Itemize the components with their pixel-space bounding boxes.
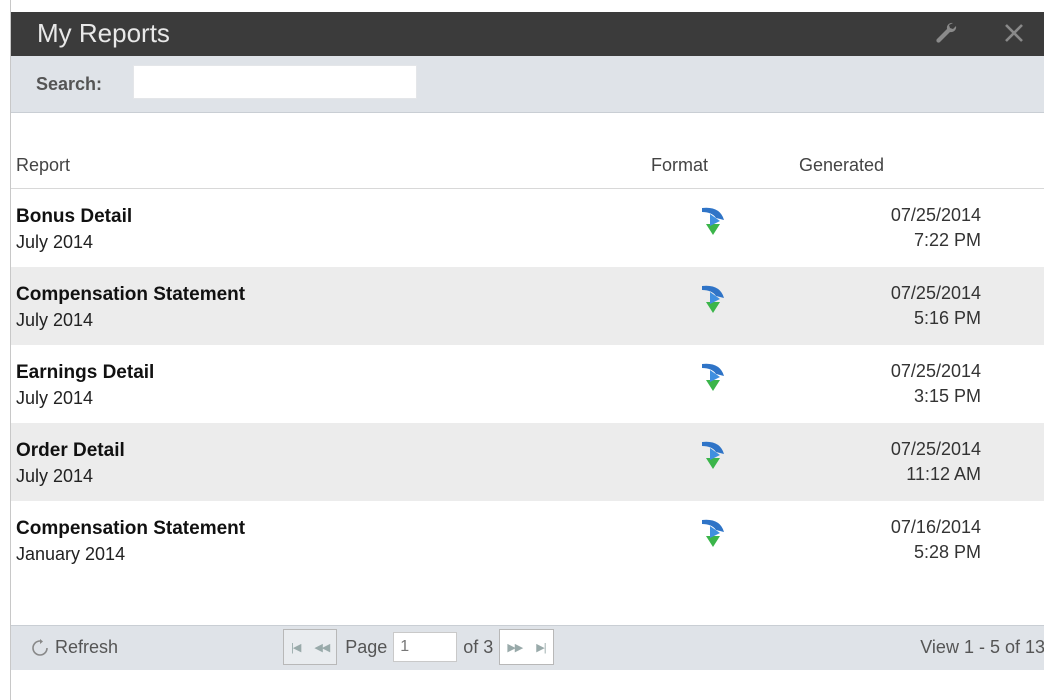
widget-title: My Reports [37, 18, 170, 48]
table-row[interactable]: Compensation Statement July 2014 07/25/2… [11, 267, 1044, 345]
report-name[interactable]: Earnings Detail [16, 362, 154, 384]
page-number-input[interactable] [393, 632, 458, 662]
report-name[interactable]: Bonus Detail [16, 206, 132, 228]
wrench-icon[interactable] [931, 18, 961, 48]
header-format[interactable]: Format [651, 155, 708, 176]
download-arrow-icon[interactable] [696, 516, 730, 550]
generated-date: 07/16/2014 [890, 517, 981, 537]
search-bar: Search: [11, 56, 1044, 113]
generated-time: 5:16 PM [913, 308, 981, 328]
table-row[interactable]: Compensation Statement January 2014 07/1… [11, 501, 1044, 579]
view-count: View 1 - 5 of 13 [920, 637, 1044, 657]
generated-date: 07/25/2014 [890, 439, 981, 459]
close-icon[interactable] [999, 18, 1029, 48]
report-period: January 2014 [16, 544, 126, 564]
generated-time: 3:15 PM [913, 386, 981, 406]
pager-bar: Refresh |◀ ◀◀ Page of 3 ▶▶ ▶| View 1 - 5… [11, 625, 1044, 670]
download-arrow-icon[interactable] [696, 438, 730, 472]
table-row[interactable]: Earnings Detail July 2014 07/25/2014 3:1… [11, 345, 1044, 423]
generated-date: 07/25/2014 [890, 361, 981, 381]
title-bar: My Reports [11, 12, 1044, 56]
header-report[interactable]: Report [16, 155, 70, 176]
my-reports-widget: My Reports Search: Report Format Generat… [10, 0, 1044, 700]
pager-segment-right: ▶▶ ▶| [499, 629, 554, 665]
refresh-icon [32, 638, 48, 656]
generated-date: 07/25/2014 [890, 283, 981, 303]
table-row[interactable]: Order Detail July 2014 07/25/2014 11:12 … [11, 423, 1044, 501]
report-period: July 2014 [16, 310, 94, 330]
generated-date: 07/25/2014 [890, 205, 981, 225]
search-input[interactable] [133, 65, 417, 99]
download-arrow-icon[interactable] [696, 282, 730, 316]
page-label: Page [345, 636, 388, 657]
header-generated[interactable]: Generated [799, 155, 884, 176]
report-name[interactable]: Compensation Statement [16, 284, 245, 306]
report-period: July 2014 [16, 388, 94, 408]
next-page-icon[interactable]: ▶▶ [500, 641, 529, 654]
generated-time: 5:28 PM [913, 542, 981, 562]
refresh-label: Refresh [55, 637, 119, 657]
pager-segment-left: |◀ ◀◀ [283, 629, 338, 665]
table-header: Report Format Generated [11, 140, 1044, 189]
report-period: July 2014 [16, 232, 94, 252]
page-of-label: of 3 [463, 636, 494, 657]
report-name[interactable]: Compensation Statement [16, 518, 245, 540]
last-page-icon[interactable]: ▶| [529, 641, 552, 654]
pager-controls: |◀ ◀◀ Page of 3 ▶▶ ▶| [283, 628, 554, 666]
download-arrow-icon[interactable] [696, 360, 730, 394]
generated-time: 7:22 PM [913, 230, 981, 250]
report-list: Bonus Detail July 2014 07/25/2014 7:22 P… [11, 189, 1044, 579]
table-row[interactable]: Bonus Detail July 2014 07/25/2014 7:22 P… [11, 189, 1044, 267]
report-name[interactable]: Order Detail [16, 440, 125, 462]
prev-page-icon[interactable]: ◀◀ [307, 641, 336, 654]
generated-time: 11:12 AM [906, 464, 981, 484]
refresh-button[interactable]: Refresh [31, 637, 118, 658]
download-arrow-icon[interactable] [696, 204, 730, 238]
search-label: Search: [36, 74, 103, 94]
report-period: July 2014 [16, 466, 94, 486]
first-page-icon[interactable]: |◀ [284, 641, 307, 654]
